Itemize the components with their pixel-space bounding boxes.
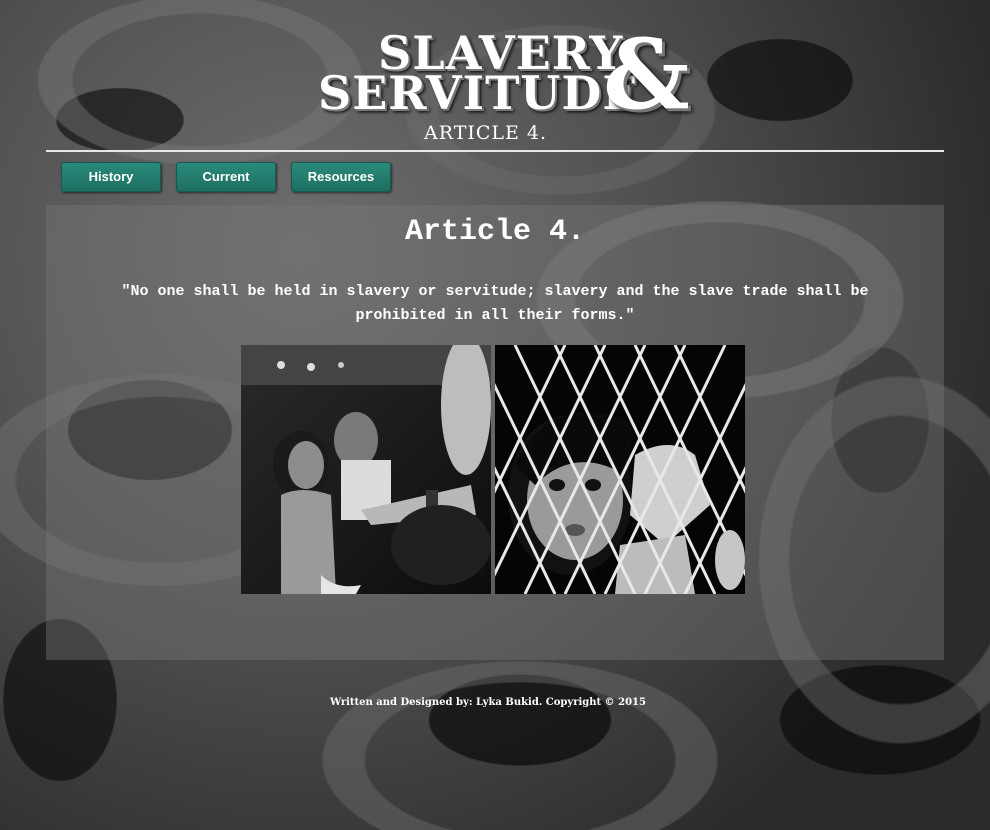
nav-history-button[interactable]: History [61,162,161,192]
footer-credit: Written and Designed by: Lyka Bukid. Cop… [330,697,646,708]
nav-current-button[interactable]: Current [176,162,276,192]
logo-word-servitude: SERVITUDE [318,66,639,120]
logo-ampersand: & [603,18,690,131]
woman-held-by-arm-photo [241,345,491,594]
content-panel: Article 4. "No one shall be held in slav… [46,205,944,660]
site-logo[interactable]: SLAVERY SERVITUDE & ARTICLE 4. [318,18,698,150]
site-header: SLAVERY SERVITUDE & ARTICLE 4. [0,0,990,152]
article-quote: "No one shall be held in slavery or serv… [121,283,869,324]
header-divider [46,150,944,152]
logo-subtitle: ARTICLE 4. [424,122,548,144]
nav-resources-button[interactable]: Resources [291,162,391,192]
child-behind-net-photo [495,345,745,594]
page-title: Article 4. [404,215,586,249]
